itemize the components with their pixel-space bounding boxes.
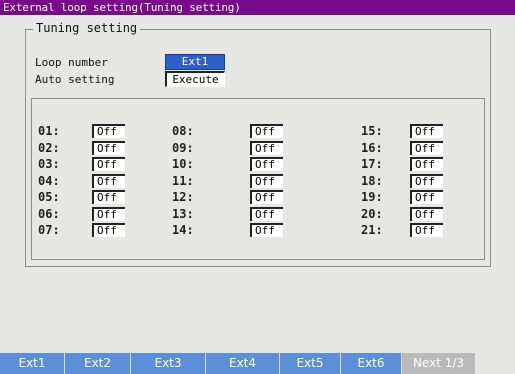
auto-setting-label: Auto setting	[35, 73, 115, 86]
loop-number-label-item: 17:	[361, 157, 383, 171]
loop-value-field[interactable]: Off	[92, 223, 125, 237]
loop-number-label-item: 12:	[172, 190, 194, 204]
loop-number-label: Loop number	[35, 56, 108, 69]
loop-value-field[interactable]: Off	[410, 141, 443, 155]
loop-number-label-item: 01:	[38, 124, 60, 138]
loop-number-label-item: 11:	[172, 174, 194, 188]
loop-value-field[interactable]: Off	[250, 157, 283, 171]
softkey-ext4[interactable]: Ext4	[206, 353, 280, 374]
loop-number-label-item: 19:	[361, 190, 383, 204]
loop-value-field[interactable]: Off	[410, 174, 443, 188]
loop-number-field[interactable]: Ext1	[165, 54, 225, 70]
window-title: External loop setting(Tuning setting)	[0, 0, 515, 15]
softkey-ext6[interactable]: Ext6	[341, 353, 402, 374]
loop-value-field[interactable]: Off	[92, 141, 125, 155]
loop-value-field[interactable]: Off	[250, 174, 283, 188]
loop-value-field[interactable]: Off	[410, 223, 443, 237]
softkey-ext2[interactable]: Ext2	[65, 353, 131, 374]
softkey-ext3[interactable]: Ext3	[131, 353, 206, 374]
loop-value-field[interactable]: Off	[92, 174, 125, 188]
loop-number-label-item: 03:	[38, 157, 60, 171]
loop-number-label-item: 20:	[361, 207, 383, 221]
loop-value-field[interactable]: Off	[250, 190, 283, 204]
loop-value-field[interactable]: Off	[92, 124, 125, 138]
loop-number-label-item: 04:	[38, 174, 60, 188]
loop-number-label-item: 18:	[361, 174, 383, 188]
loop-number-label-item: 14:	[172, 223, 194, 237]
loop-value-field[interactable]: Off	[410, 190, 443, 204]
loop-number-label-item: 16:	[361, 141, 383, 155]
softkey-ext1[interactable]: Ext1	[0, 353, 65, 374]
loop-value-field[interactable]: Off	[250, 124, 283, 138]
loop-value-field[interactable]: Off	[92, 157, 125, 171]
loop-number-label-item: 05:	[38, 190, 60, 204]
auto-setting-field[interactable]: Execute	[165, 71, 225, 87]
loop-value-field[interactable]: Off	[92, 190, 125, 204]
softkey-ext5[interactable]: Ext5	[280, 353, 341, 374]
loop-number-label-item: 02:	[38, 141, 60, 155]
group-title: Tuning setting	[33, 20, 141, 36]
loop-number-label-item: 10:	[172, 157, 194, 171]
loop-value-field[interactable]: Off	[410, 157, 443, 171]
loop-value-field[interactable]: Off	[92, 207, 125, 221]
loop-value-field[interactable]: Off	[250, 223, 283, 237]
loop-number-label-item: 07:	[38, 223, 60, 237]
loop-number-label-item: 21:	[361, 223, 383, 237]
softkey-next-page[interactable]: Next 1/3	[402, 353, 475, 374]
loop-value-field[interactable]: Off	[410, 124, 443, 138]
loop-value-field[interactable]: Off	[410, 207, 443, 221]
loop-number-label-item: 09:	[172, 141, 194, 155]
loop-number-label-item: 13:	[172, 207, 194, 221]
loop-value-field[interactable]: Off	[250, 207, 283, 221]
loop-number-label-item: 08:	[172, 124, 194, 138]
loop-number-label-item: 15:	[361, 124, 383, 138]
loop-number-label-item: 06:	[38, 207, 60, 221]
loop-value-field[interactable]: Off	[250, 141, 283, 155]
